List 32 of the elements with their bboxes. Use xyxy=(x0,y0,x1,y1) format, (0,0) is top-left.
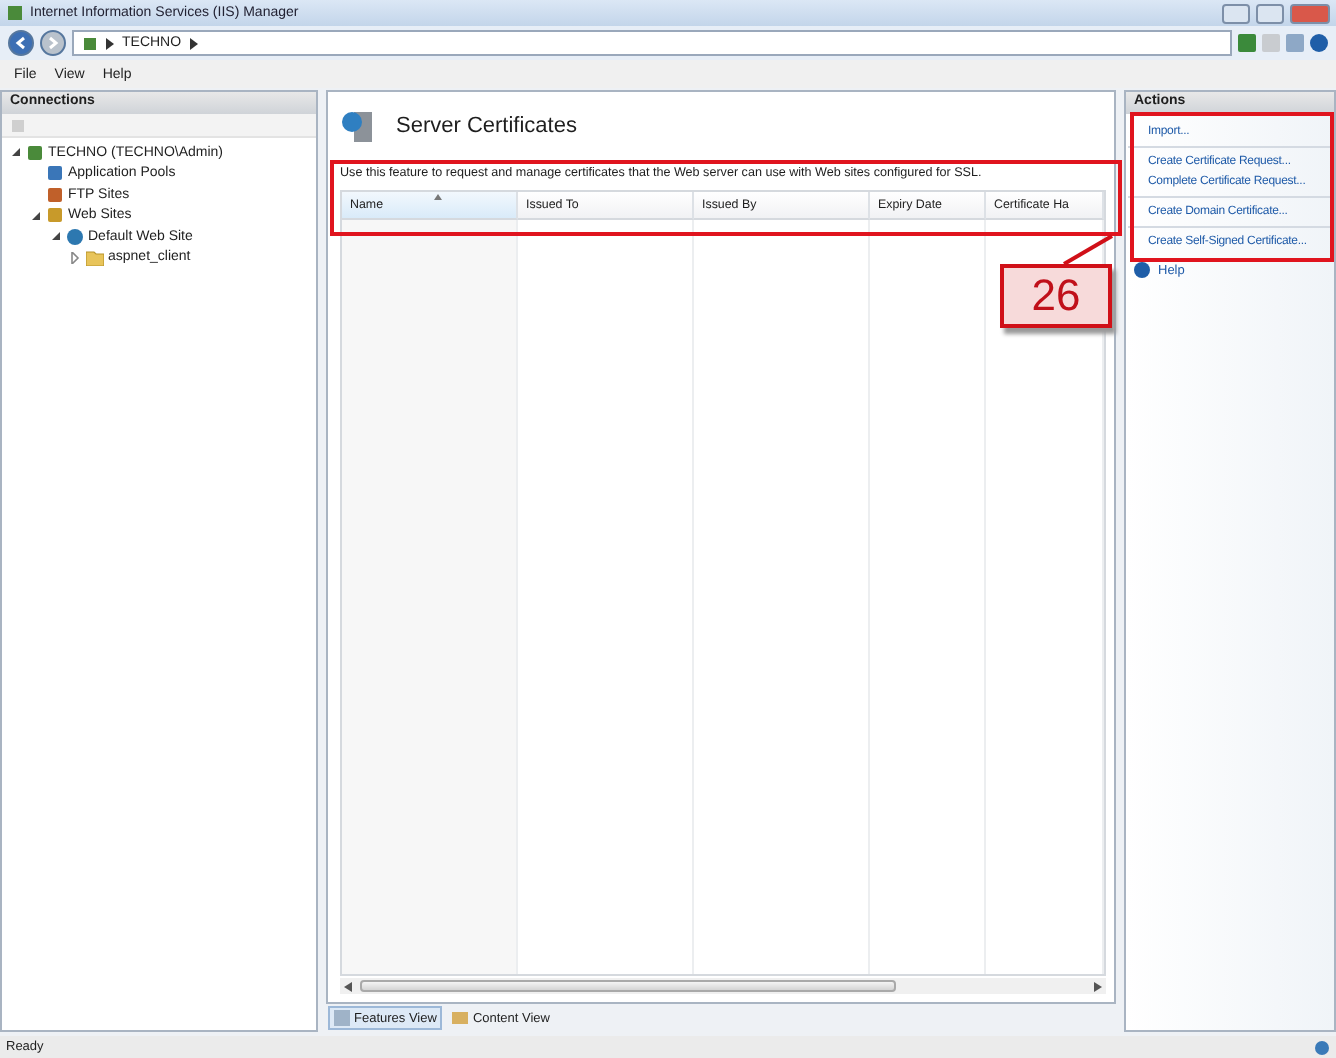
folder-icon xyxy=(86,249,104,266)
scroll-right-icon[interactable] xyxy=(1094,981,1102,991)
globe-icon xyxy=(66,227,84,246)
node-icon xyxy=(46,206,64,225)
node-icon xyxy=(46,164,64,183)
certificate-server-icon xyxy=(340,108,376,144)
expanded-arrow-icon[interactable] xyxy=(10,146,22,159)
scroll-left-icon[interactable] xyxy=(344,981,352,991)
chevron-icon[interactable] xyxy=(106,37,114,49)
back-button[interactable] xyxy=(8,30,34,56)
sort-icon xyxy=(434,194,442,200)
maximize-button[interactable] xyxy=(1256,3,1284,23)
network-icon xyxy=(1314,1039,1330,1055)
folder-icon xyxy=(452,1010,469,1026)
horizontal-scrollbar[interactable] xyxy=(340,978,1106,994)
leader-line xyxy=(1060,234,1116,266)
forward-button[interactable] xyxy=(40,30,66,56)
annotation-label: 26 xyxy=(1000,264,1112,328)
grid-icon xyxy=(334,1010,350,1026)
expanded-arrow-icon[interactable] xyxy=(50,230,62,243)
app-icon xyxy=(6,4,24,22)
chevron-icon[interactable] xyxy=(189,37,198,49)
server-icon xyxy=(82,35,98,51)
help-icon xyxy=(1134,262,1150,278)
collapsed-arrow-icon[interactable] xyxy=(70,251,82,264)
page-title: Server Certificates xyxy=(396,114,577,138)
close-button[interactable] xyxy=(1290,3,1330,23)
expanded-arrow-icon[interactable] xyxy=(30,209,42,222)
server-icon xyxy=(26,143,44,162)
node-icon xyxy=(46,185,64,204)
help-icon[interactable] xyxy=(1310,34,1328,52)
minimize-button[interactable] xyxy=(1222,3,1250,23)
